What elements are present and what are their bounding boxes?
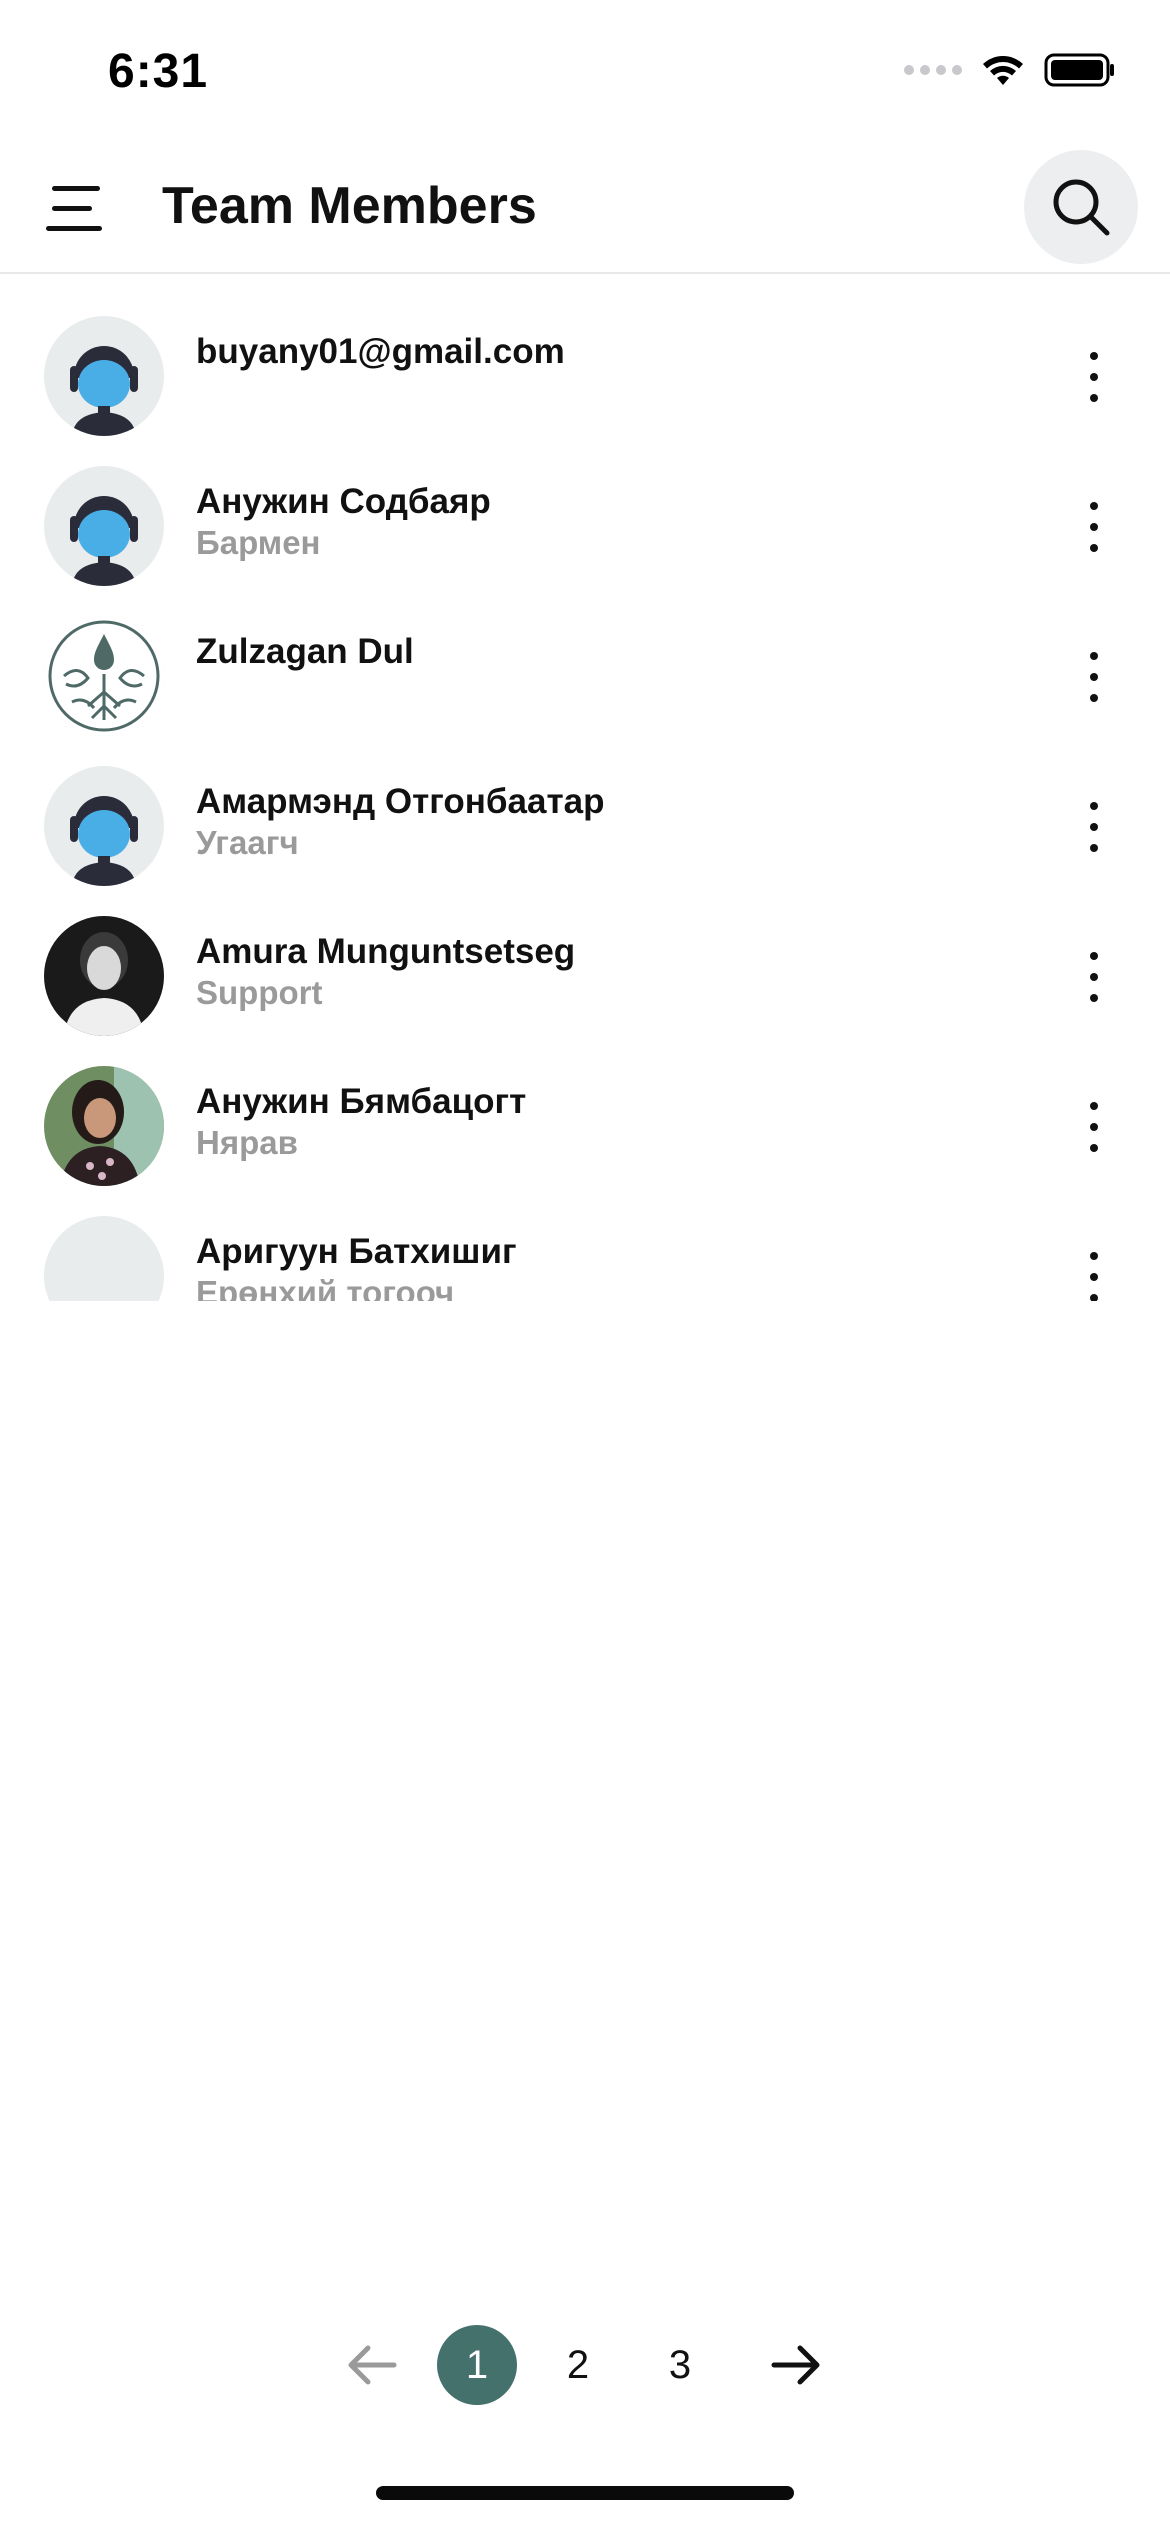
member-name: Анужин Содбаяр bbox=[196, 482, 491, 521]
more-options-icon[interactable] bbox=[1074, 802, 1114, 852]
status-icons bbox=[904, 52, 1116, 88]
status-time: 6:31 bbox=[108, 45, 209, 98]
home-indicator[interactable] bbox=[376, 2486, 794, 2500]
member-list-item[interactable]: buyany01@gmail.com bbox=[0, 276, 1170, 436]
member-role: Угаагч bbox=[196, 824, 299, 861]
member-role: Нярав bbox=[196, 1124, 298, 1161]
member-name: Анужин Бямбацогт bbox=[196, 1082, 527, 1121]
member-avatar bbox=[44, 616, 164, 736]
member-avatar bbox=[44, 1066, 164, 1186]
member-avatar bbox=[44, 766, 164, 886]
member-list-item[interactable]: Zulzagan Dul bbox=[0, 576, 1170, 736]
page-title: Team Members bbox=[162, 177, 537, 235]
member-list-item[interactable]: Анужин Бямбацогт Нярав bbox=[0, 1026, 1170, 1186]
member-list-item[interactable]: Анужин Содбаяр Бармен bbox=[0, 426, 1170, 586]
member-avatar bbox=[44, 916, 164, 1036]
next-page-arrow-icon[interactable] bbox=[768, 2340, 824, 2390]
more-options-icon[interactable] bbox=[1074, 502, 1114, 552]
page-1-button[interactable]: 1 bbox=[437, 2325, 517, 2405]
pagination: 1 2 3 bbox=[0, 2320, 1170, 2410]
member-name: buyany01@gmail.com bbox=[196, 332, 565, 371]
member-name: Аригуун Батхишиг bbox=[196, 1232, 517, 1271]
menu-icon[interactable] bbox=[46, 176, 110, 240]
member-name: Zulzagan Dul bbox=[196, 632, 414, 671]
page-2-button[interactable]: 2 bbox=[538, 2325, 618, 2405]
member-name: Амармэнд Отгонбаатар bbox=[196, 782, 605, 821]
member-avatar bbox=[44, 316, 164, 436]
search-button[interactable] bbox=[1024, 150, 1138, 264]
more-options-icon[interactable] bbox=[1074, 352, 1114, 402]
member-role: Ерөнхий тогооч bbox=[196, 1274, 455, 1301]
status-bar: 6:31 bbox=[0, 0, 1170, 140]
more-options-icon[interactable] bbox=[1074, 1252, 1114, 1301]
member-list-item[interactable]: Амармэнд Отгонбаатар Угаагч bbox=[0, 726, 1170, 886]
member-role: Support bbox=[196, 974, 323, 1011]
member-list-item[interactable]: Аригуун Батхишиг Ерөнхий тогооч bbox=[0, 1176, 1170, 1301]
wifi-icon bbox=[983, 56, 1023, 85]
more-options-icon[interactable] bbox=[1074, 652, 1114, 702]
cellular-signal-icon bbox=[904, 65, 962, 75]
search-icon bbox=[1053, 179, 1110, 236]
member-list: buyany01@gmail.com Анужин Содбаяр Бармен Zu… bbox=[0, 276, 1170, 1301]
battery-icon bbox=[1044, 53, 1114, 87]
member-list-item[interactable]: Amura Munguntsetseg Support bbox=[0, 876, 1170, 1036]
app-header: Team Members bbox=[0, 140, 1170, 274]
more-options-icon[interactable] bbox=[1074, 1102, 1114, 1152]
member-avatar bbox=[44, 466, 164, 586]
member-name: Amura Munguntsetseg bbox=[196, 932, 576, 971]
member-role: Бармен bbox=[196, 524, 321, 561]
more-options-icon[interactable] bbox=[1074, 952, 1114, 1002]
previous-page-arrow-icon[interactable] bbox=[344, 2340, 400, 2390]
member-avatar bbox=[44, 1216, 164, 1301]
page-3-button[interactable]: 3 bbox=[640, 2325, 720, 2405]
